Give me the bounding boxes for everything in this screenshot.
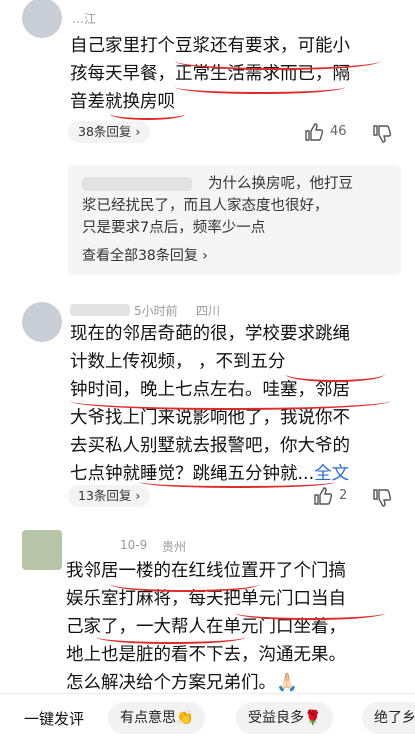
highlight-underline <box>285 366 385 382</box>
timestamp: 10-9 <box>120 538 148 552</box>
replies-button[interactable]: 13条回复 › <box>68 485 151 507</box>
quick-reply-chip[interactable]: 受益良多🌹 <box>236 702 334 734</box>
thumbs-down-icon[interactable] <box>372 124 392 144</box>
view-all-replies-link[interactable]: 查看全部38条回复 › <box>82 245 208 265</box>
quick-reply-chip[interactable]: 有点意思👏 <box>108 702 206 734</box>
sub-reply-text: 为什么换房呢，他打豆 浆已经扰民了，而且人家态度也很好， 只是要求7点后，频率少… <box>82 176 353 236</box>
avatar[interactable] <box>22 302 62 342</box>
location: 四川 <box>196 304 221 318</box>
username[interactable]: …江 <box>72 10 96 27</box>
blurred-username <box>70 304 130 316</box>
like-count: 46 <box>330 124 347 139</box>
highlight-underline <box>110 108 185 120</box>
avatar[interactable] <box>22 530 62 570</box>
quick-reply-chip[interactable]: 绝了乡 <box>362 702 415 734</box>
like-count: 2 <box>339 488 348 503</box>
comment-text: 自己家里打个豆浆还有要求，可能小 孩每天早餐，正常生活需求而已，隔 音差就换房呗 <box>70 36 350 112</box>
quick-comment-button[interactable]: 一键发评 <box>24 708 84 729</box>
avatar[interactable] <box>22 0 62 38</box>
highlight-underline <box>235 606 385 620</box>
sub-reply-card[interactable]: 为什么换房呢，他打豆 浆已经扰民了，而且人家态度也很好， 只是要求7点后，频率少… <box>68 165 401 275</box>
highlight-underline <box>70 392 390 410</box>
timestamp: 5小时前 <box>134 304 178 318</box>
thumbs-up-icon[interactable] <box>313 486 333 506</box>
thumbs-up-icon[interactable] <box>304 122 324 142</box>
quick-comment-bar: 一键发评 有点意思👏 受益良多🌹 绝了乡 <box>0 693 415 743</box>
thumbs-down-icon[interactable] <box>372 488 392 508</box>
highlight-underline <box>140 476 335 488</box>
replies-button[interactable]: 38条回复 › <box>68 121 151 143</box>
highlight-underline <box>175 80 345 94</box>
location: 贵州 <box>162 540 187 554</box>
highlight-underline <box>110 576 260 592</box>
highlight-underline <box>96 630 246 644</box>
highlight-underline <box>175 52 380 70</box>
